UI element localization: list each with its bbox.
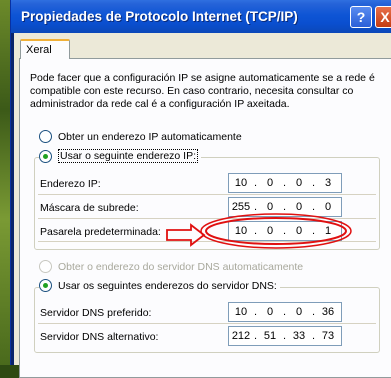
annotation-ellipse-icon bbox=[200, 213, 352, 249]
desktop-background bbox=[0, 0, 10, 365]
tab-xeral[interactable]: Xeral bbox=[20, 39, 70, 59]
annotation-arrow-icon bbox=[166, 223, 206, 247]
tab-label: Xeral bbox=[26, 44, 52, 56]
tcpip-properties-dialog: Propiedades de Protocolo Internet (TCP/I… bbox=[10, 0, 391, 378]
